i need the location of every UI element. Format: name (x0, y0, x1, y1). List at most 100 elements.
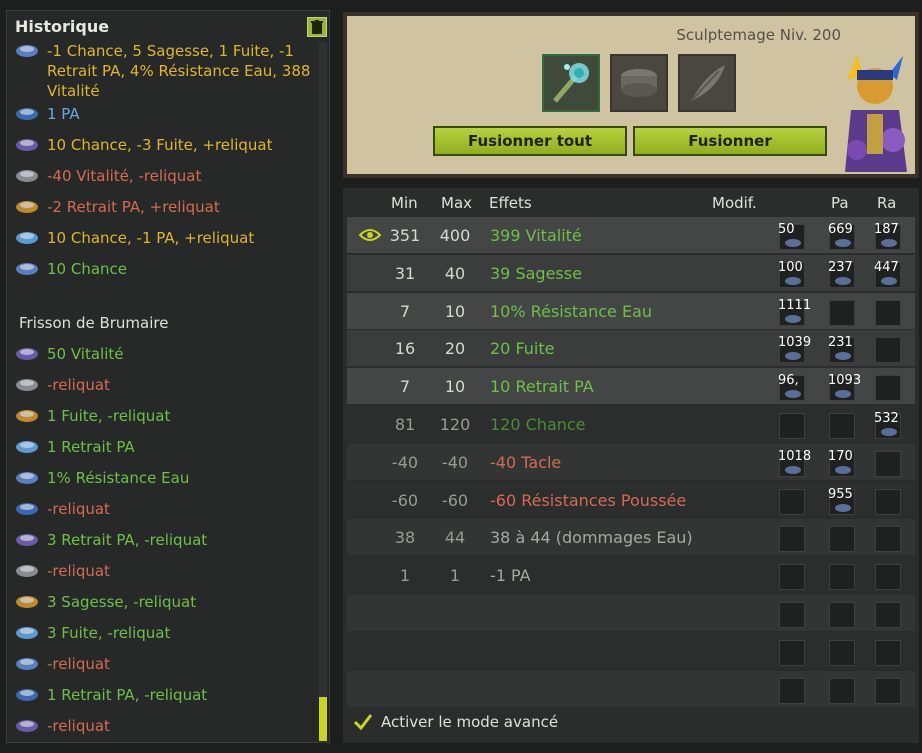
ra-slot[interactable] (875, 602, 901, 628)
ra-slot[interactable] (875, 375, 901, 402)
effect-text: 38 à 44 (dommages Eau) (490, 528, 693, 548)
ra-slot[interactable] (875, 677, 901, 704)
effect-row (347, 632, 915, 669)
history-entry-text: 1 Retrait PA, -reliquat (47, 686, 208, 704)
rune-icon (835, 239, 851, 247)
fusion-panel: Sculptemage Niv. 200 Fusionner tout Fusi… (343, 12, 919, 178)
rune-count: 100 (778, 259, 803, 275)
pa-slot[interactable]: 669 (828, 222, 855, 250)
fuse-all-button[interactable]: Fusionner tout (433, 126, 627, 156)
pa-slot[interactable]: 1093 (828, 373, 861, 402)
history-entry-text: 3 Fuite, -reliquat (47, 624, 171, 642)
staff-item-icon (553, 63, 589, 103)
pa-slot[interactable] (829, 413, 855, 439)
history-entry-text: -reliquat (47, 562, 110, 580)
advanced-mode-toggle[interactable]: Activer le mode avancé (353, 713, 558, 731)
max-value: 120 (439, 415, 471, 434)
modif-slot[interactable]: 100 (778, 259, 805, 288)
modif-slot[interactable] (779, 413, 805, 439)
effect-row: 1 1 -1 PA (347, 557, 915, 594)
ra-slot[interactable] (875, 299, 901, 326)
rune-icon (785, 465, 801, 474)
rune-icon (16, 720, 38, 732)
min-value: 31 (394, 263, 416, 283)
checkbox-checked-icon[interactable] (353, 713, 373, 731)
ra-slot[interactable] (875, 337, 901, 364)
rune-icon (835, 390, 851, 399)
effect-row: -40 -40 -40 Tacle 1018 170 (347, 443, 915, 480)
rune-count: 50 (778, 222, 795, 237)
history-entry-text: -2 Retrait PA, +reliquat (47, 198, 220, 216)
modif-slot[interactable] (779, 677, 805, 704)
pa-slot[interactable]: 231 (828, 335, 855, 364)
rune-icon (16, 658, 38, 670)
effect-row: -60 -60 -60 Résistances Poussée 955 (347, 481, 915, 518)
feather-slot[interactable] (678, 54, 736, 112)
modif-slot[interactable] (779, 602, 805, 628)
history-entry-text: 1 Fuite, -reliquat (47, 407, 171, 425)
header-pa: Pa (831, 194, 849, 212)
pa-slot[interactable] (829, 677, 855, 704)
pa-slot[interactable]: 237 (828, 260, 855, 288)
item-slot[interactable] (542, 54, 600, 112)
pa-slot[interactable]: 170 (828, 449, 855, 477)
rune-count: 669 (828, 222, 853, 237)
rune-icon (785, 352, 801, 361)
min-value: 38 (394, 528, 416, 548)
pa-slot[interactable]: 955 (828, 487, 855, 515)
rune-slot-icon (621, 69, 657, 97)
ra-slot[interactable]: 532 (874, 411, 901, 439)
pa-slot[interactable] (829, 602, 855, 628)
effect-row: 81 120 120 Chance 532 (347, 406, 915, 442)
ra-slot[interactable] (875, 639, 901, 666)
rune-icon (16, 201, 38, 213)
history-panel: Historique -1 Chance, 5 Sagesse, 1 Fuite… (6, 10, 330, 743)
effect-row: 7 10 10% Résistance Eau 1111 (347, 292, 915, 329)
history-scrollbar[interactable] (319, 43, 327, 743)
modif-slot[interactable] (779, 564, 805, 591)
feather-icon (690, 65, 725, 102)
max-value: 1 (449, 566, 461, 586)
ra-slot[interactable]: 447 (874, 260, 901, 288)
fuse-button[interactable]: Fusionner (633, 126, 827, 156)
modif-slot[interactable]: 1018 (778, 449, 811, 477)
ra-slot[interactable] (875, 526, 901, 553)
min-value: 351 (389, 226, 421, 245)
rune-icon (16, 596, 38, 608)
pa-slot[interactable] (829, 526, 855, 553)
effect-text: 10 Retrait PA (490, 377, 594, 397)
pa-slot[interactable] (829, 299, 855, 326)
ra-slot[interactable]: 187 (874, 222, 901, 250)
rune-count: 1018 (778, 448, 812, 464)
ra-slot[interactable] (875, 488, 901, 515)
rune-icon (16, 348, 38, 360)
effect-text: 20 Fuite (490, 339, 555, 359)
modif-slot[interactable] (779, 639, 805, 666)
pa-slot[interactable] (829, 564, 855, 591)
modif-slot[interactable] (779, 526, 805, 553)
effect-text: 10% Résistance Eau (490, 301, 653, 321)
history-scroll-thumb[interactable] (319, 697, 327, 741)
modif-slot[interactable] (779, 488, 805, 515)
history-group-title: Frisson de Brumaire (19, 314, 169, 332)
ra-slot[interactable] (875, 564, 901, 591)
history-entry-text: -reliquat (47, 500, 110, 518)
rune-icon (835, 465, 851, 474)
modif-slot[interactable]: 1039 (778, 335, 811, 364)
trash-button[interactable] (307, 17, 327, 37)
history-entry-text: 1 Retrait PA (47, 438, 135, 456)
ra-slot[interactable] (875, 450, 901, 477)
max-value: -60 (441, 490, 469, 510)
rune-slot[interactable] (610, 54, 668, 112)
history-entry-text: -1 Chance, 5 Sagesse, 1 Fuite, -1 Retrai… (47, 42, 311, 100)
min-value: 81 (394, 415, 416, 434)
rune-icon (16, 689, 38, 701)
pa-slot[interactable] (829, 639, 855, 666)
modif-slot[interactable]: 1111 (778, 298, 811, 326)
rune-icon (16, 534, 38, 546)
max-value: -40 (441, 452, 469, 472)
rune-pa-icon (16, 108, 38, 120)
modif-slot[interactable]: 96, (778, 373, 805, 402)
effect-text: -1 PA (490, 566, 531, 586)
modif-slot[interactable]: 50 (778, 222, 805, 250)
